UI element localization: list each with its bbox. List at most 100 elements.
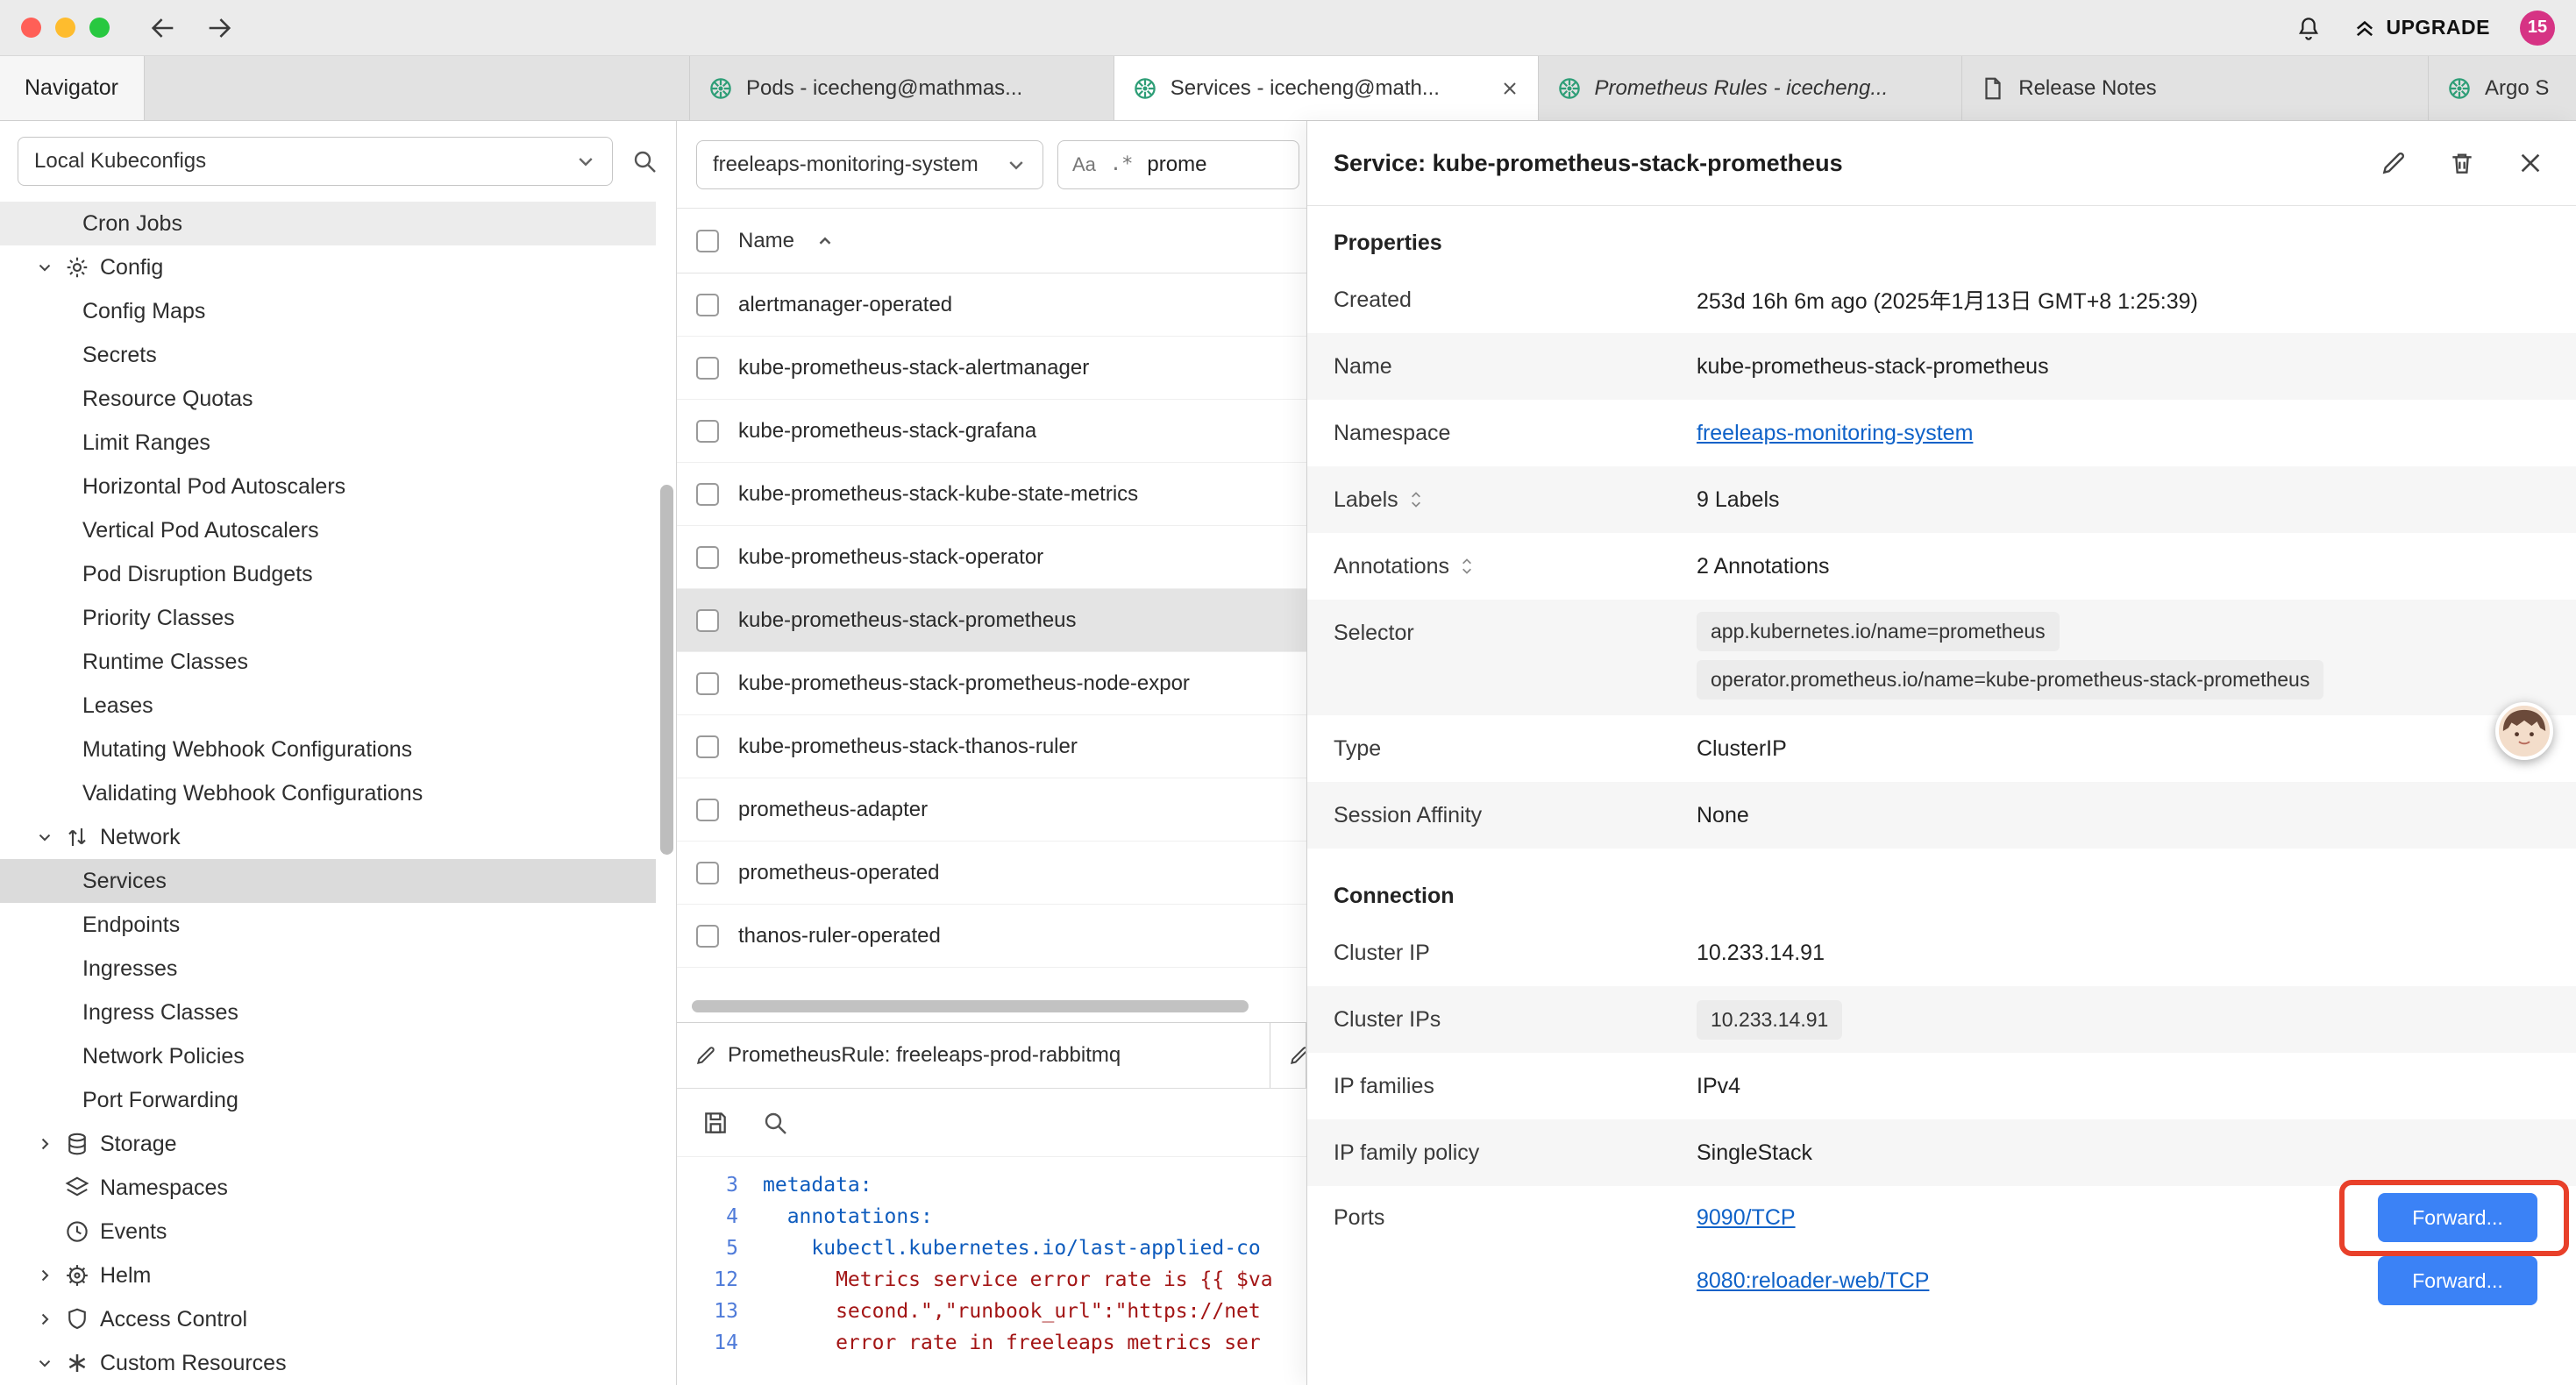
row-checkbox[interactable] [696, 862, 719, 884]
tab-release-notes[interactable]: Release Notes [1962, 56, 2429, 120]
table-row-selected[interactable]: kube-prometheus-stack-prometheus [677, 589, 1306, 652]
sidebar-item-network[interactable]: Network [0, 815, 656, 859]
table-row[interactable]: kube-prometheus-stack-grafana [677, 400, 1306, 463]
row-checkbox[interactable] [696, 546, 719, 569]
kubeconfig-select[interactable]: Local Kubeconfigs [18, 137, 613, 186]
table-row[interactable]: kube-prometheus-stack-alertmanager [677, 337, 1306, 400]
tab-argo[interactable]: Argo S [2429, 56, 2576, 120]
port-link[interactable]: 9090/TCP [1697, 1205, 1796, 1231]
sidebar-item-custom-resources[interactable]: Custom Resources [0, 1341, 656, 1385]
back-button[interactable] [148, 13, 178, 43]
port-link[interactable]: 8080:reloader-web/TCP [1697, 1268, 1929, 1294]
row-checkbox[interactable] [696, 925, 719, 948]
sort-ascending-icon[interactable] [815, 231, 835, 251]
navigator-search-button[interactable] [630, 147, 658, 175]
save-button[interactable] [701, 1109, 729, 1137]
filter-input[interactable]: Aa .* prome [1057, 140, 1299, 189]
notifications-button[interactable] [2295, 14, 2323, 42]
scrollbar-thumb[interactable] [660, 485, 673, 855]
table-row[interactable]: kube-prometheus-stack-operator [677, 526, 1306, 589]
close-window-button[interactable] [21, 18, 41, 38]
navigator-pane-tab[interactable]: Navigator [0, 56, 145, 120]
delete-button[interactable] [2448, 149, 2476, 177]
sidebar-item-config[interactable]: Config [0, 245, 656, 289]
forward-port-button[interactable]: Forward... [2378, 1256, 2537, 1305]
sidebar-item-leases[interactable]: Leases [0, 684, 656, 728]
tab-pods[interactable]: Pods - icecheng@mathmas... [690, 56, 1114, 120]
minimize-window-button[interactable] [55, 18, 75, 38]
chevron-right-icon[interactable] [35, 1134, 54, 1154]
sidebar-item-port-forwarding[interactable]: Port Forwarding [0, 1078, 656, 1122]
table-row[interactable]: kube-prometheus-stack-kube-state-metrics [677, 463, 1306, 526]
sidebar-item-priority-classes[interactable]: Priority Classes [0, 596, 656, 640]
sidebar-item-limit-ranges[interactable]: Limit Ranges [0, 421, 656, 465]
property-value[interactable]: 9 Labels [1697, 487, 1780, 513]
row-checkbox[interactable] [696, 357, 719, 380]
scrollbar-thumb[interactable] [692, 1000, 1249, 1012]
match-case-icon[interactable]: Aa [1072, 153, 1096, 176]
sidebar-item-vertical-pod-autoscalers[interactable]: Vertical Pod Autoscalers [0, 508, 656, 552]
forward-port-button[interactable]: Forward... [2378, 1193, 2537, 1242]
property-value[interactable]: 2 Annotations [1697, 554, 1830, 579]
upgrade-button[interactable]: UPGRADE [2352, 16, 2490, 40]
yaml-editor[interactable]: 3metadata: 4 annotations: 5 kubectl.kube… [677, 1157, 1306, 1385]
editor-search-button[interactable] [761, 1109, 789, 1137]
table-row[interactable]: kube-prometheus-stack-thanos-ruler [677, 715, 1306, 778]
editor-tab-prometheusrule[interactable]: PrometheusRule: freeleaps-prod-rabbitmq [677, 1023, 1270, 1088]
sidebar-item-validating-webhook-configurations[interactable]: Validating Webhook Configurations [0, 771, 656, 815]
sidebar-item-mutating-webhook-configurations[interactable]: Mutating Webhook Configurations [0, 728, 656, 771]
sidebar-item-cron-jobs[interactable]: Cron Jobs [0, 202, 656, 245]
editor-tab-partial[interactable] [1270, 1023, 1306, 1088]
namespace-select[interactable]: freeleaps-monitoring-system [696, 140, 1043, 189]
tab-services[interactable]: Services - icecheng@math... [1114, 56, 1539, 120]
sidebar-item-resource-quotas[interactable]: Resource Quotas [0, 377, 656, 421]
sidebar-item-storage[interactable]: Storage [0, 1122, 656, 1166]
sidebar-item-services[interactable]: Services [0, 859, 656, 903]
sidebar-item-ingress-classes[interactable]: Ingress Classes [0, 991, 656, 1034]
namespace-link[interactable]: freeleaps-monitoring-system [1697, 421, 1973, 446]
row-checkbox[interactable] [696, 420, 719, 443]
close-tab-icon[interactable] [1499, 78, 1520, 99]
chevron-down-icon[interactable] [35, 827, 54, 847]
sidebar-item-network-policies[interactable]: Network Policies [0, 1034, 656, 1078]
select-all-checkbox[interactable] [696, 230, 719, 252]
sidebar-item-access-control[interactable]: Access Control [0, 1297, 656, 1341]
row-checkbox[interactable] [696, 294, 719, 316]
tab-prometheus-rules[interactable]: Prometheus Rules - icecheng... [1539, 56, 1963, 120]
table-row[interactable]: alertmanager-operated [677, 273, 1306, 337]
avatar[interactable] [2495, 702, 2553, 760]
service-name: alertmanager-operated [738, 293, 952, 317]
close-drawer-button[interactable] [2516, 149, 2544, 177]
sidebar-item-ingresses[interactable]: Ingresses [0, 947, 656, 991]
name-column-header[interactable]: Name [738, 229, 794, 253]
sidebar-item-helm[interactable]: Helm [0, 1254, 656, 1297]
chevron-down-icon[interactable] [35, 1353, 54, 1373]
table-row[interactable]: prometheus-adapter [677, 778, 1306, 842]
sidebar-item-namespaces[interactable]: Namespaces [0, 1166, 656, 1210]
edit-button[interactable] [2380, 149, 2408, 177]
row-checkbox[interactable] [696, 483, 719, 506]
sidebar-item-secrets[interactable]: Secrets [0, 333, 656, 377]
zoom-window-button[interactable] [89, 18, 110, 38]
row-checkbox[interactable] [696, 799, 719, 821]
regex-icon[interactable]: .* [1110, 153, 1134, 175]
forward-button[interactable] [204, 13, 234, 43]
expand-collapse-icon[interactable] [1407, 488, 1425, 511]
sidebar-item-config-maps[interactable]: Config Maps [0, 289, 656, 333]
table-row[interactable]: prometheus-operated [677, 842, 1306, 905]
table-row[interactable]: kube-prometheus-stack-prometheus-node-ex… [677, 652, 1306, 715]
chevron-right-icon[interactable] [35, 1310, 54, 1329]
row-checkbox[interactable] [696, 672, 719, 695]
expand-collapse-icon[interactable] [1458, 555, 1476, 578]
sidebar-item-endpoints[interactable]: Endpoints [0, 903, 656, 947]
sidebar-item-runtime-classes[interactable]: Runtime Classes [0, 640, 656, 684]
chevron-down-icon[interactable] [35, 258, 54, 277]
chevron-right-icon[interactable] [35, 1266, 54, 1285]
sidebar-item-pod-disruption-budgets[interactable]: Pod Disruption Budgets [0, 552, 656, 596]
sidebar-item-horizontal-pod-autoscalers[interactable]: Horizontal Pod Autoscalers [0, 465, 656, 508]
row-checkbox[interactable] [696, 735, 719, 758]
row-checkbox[interactable] [696, 609, 719, 632]
sidebar-item-events[interactable]: Events [0, 1210, 656, 1254]
notification-count-badge[interactable]: 15 [2520, 11, 2555, 46]
table-row[interactable]: thanos-ruler-operated [677, 905, 1306, 968]
